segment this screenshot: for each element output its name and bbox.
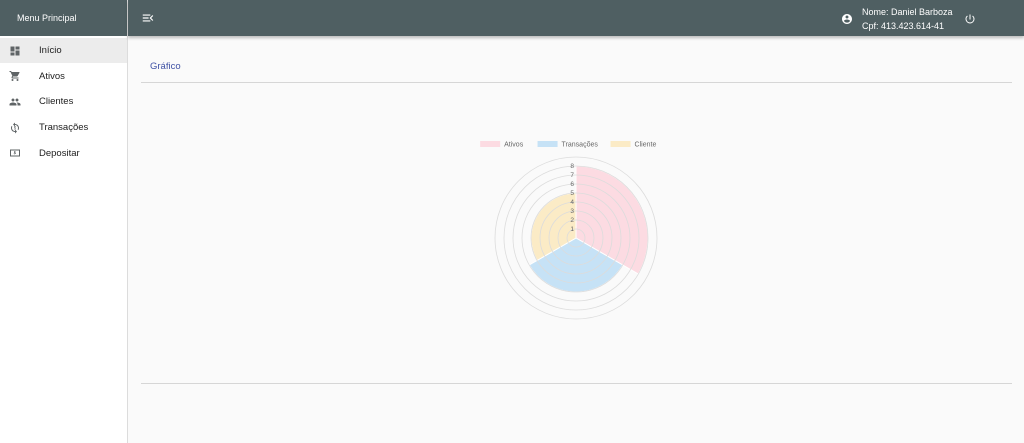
chart-legend-swatch [480,141,501,147]
sidebar-item-label: Início [39,45,62,56]
chart-tick-label: 4 [570,199,574,206]
people-icon [9,96,21,108]
user-info: Nome: Daniel Barboza Cpf: 413.423.614-41 [862,5,953,33]
sidebar-item-ativos[interactable]: Ativos [0,64,127,89]
polar-area-chart: 1 2 3 4 5 6 7 8 Ativos Transações Cliente [480,141,658,320]
sidebar-item-label: Depositar [39,147,80,159]
user-cpf: Cpf: 413.423.614-41 [862,21,945,31]
sidebar-nav: Início Ativos Clientes Transações Deposi… [0,38,127,166]
chart-legend-label: Cliente [635,142,657,149]
cart-icon [9,70,21,82]
money-icon [9,147,21,159]
sidebar: Menu Principal Início Ativos Clientes Tr… [0,0,128,443]
divider-bottom [141,383,1012,384]
chart-tick-label: 5 [570,190,574,197]
dashboard-icon [9,45,21,57]
top-bar: Nome: Daniel Barboza Cpf: 413.423.614-41 [128,0,1024,36]
chart-tick-label: 7 [570,172,574,179]
chart-legend-label: Transações [562,142,599,149]
sidebar-item-label: Ativos [39,70,65,82]
chart-legend-swatch [537,141,558,147]
sidebar-title: Menu Principal [0,0,127,36]
power-icon[interactable] [964,12,976,24]
chart-tick-label: 2 [570,217,574,224]
sidebar-item-inicio[interactable]: Início [0,38,127,63]
account-circle-icon [841,12,853,24]
sidebar-item-label: Clientes [39,96,74,108]
menu-open-icon[interactable] [141,11,155,25]
sidebar-item-depositar[interactable]: Depositar [0,141,127,166]
divider-top [141,82,1012,83]
sync-dollar-icon [9,122,21,134]
chart-tick-label: 8 [570,163,574,170]
section-title: Gráfico [150,61,181,72]
user-name: Nome: Daniel Barboza [862,7,953,17]
chart-tick-label: 1 [570,226,574,233]
chart-tick-label: 3 [570,208,574,215]
chart-tick-label: 6 [570,181,574,188]
chart-legend-swatch [610,141,631,147]
chart-legend-label: Ativos [504,142,524,149]
sidebar-item-clientes[interactable]: Clientes [0,89,127,114]
sidebar-item-label: Transações [39,122,89,134]
sidebar-item-transacoes[interactable]: Transações [0,115,127,140]
